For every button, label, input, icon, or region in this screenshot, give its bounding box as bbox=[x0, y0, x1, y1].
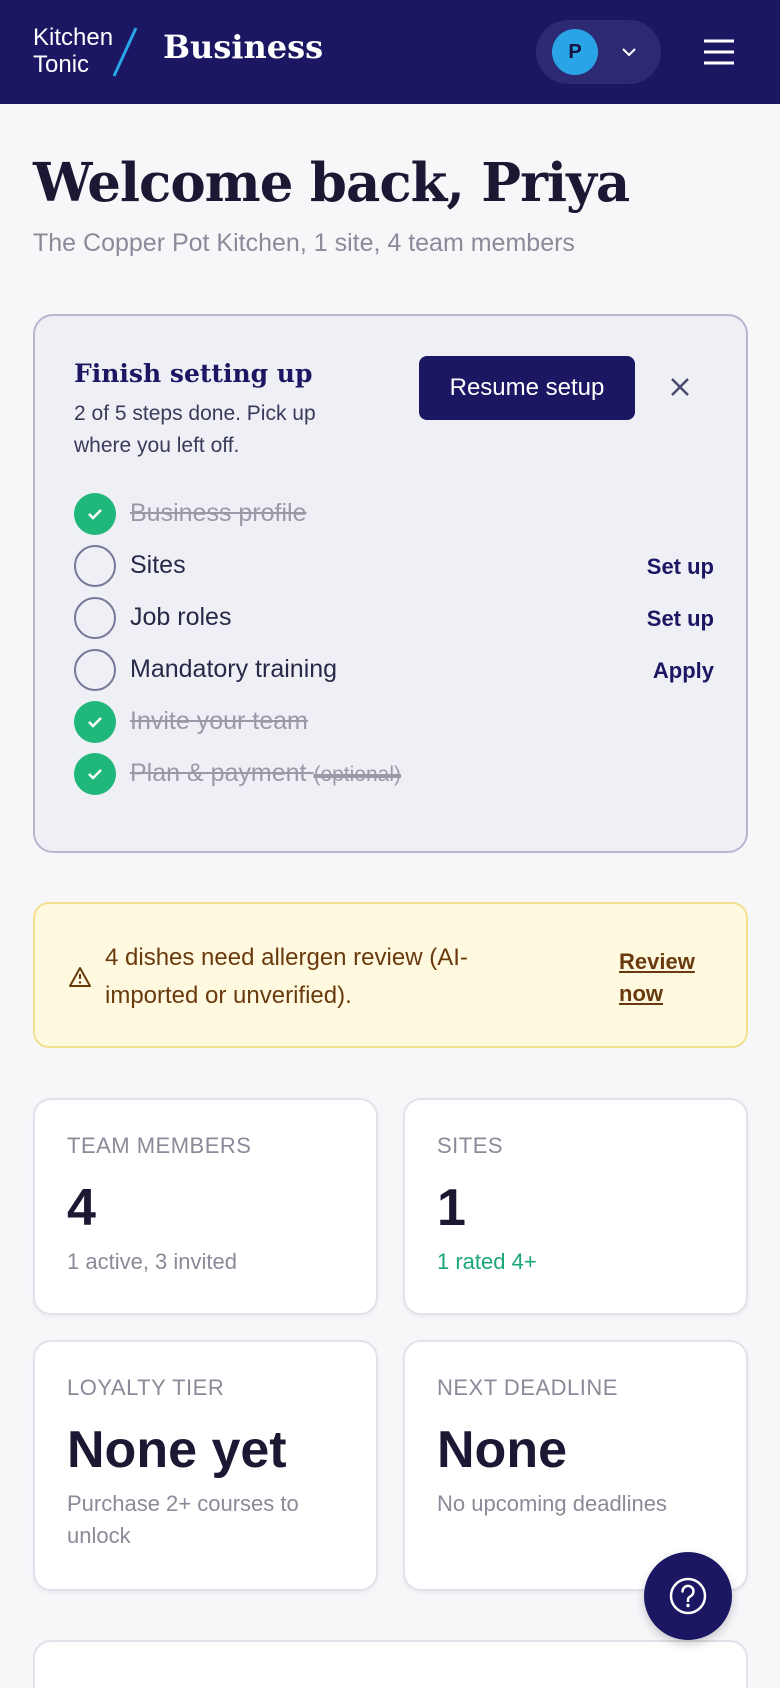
setup-step-invite-team[interactable]: Invite your team bbox=[74, 701, 714, 743]
resume-setup-button[interactable]: Resume setup bbox=[419, 356, 635, 420]
stat-card-team-members[interactable]: TEAM MEMBERS 4 1 active, 3 invited bbox=[33, 1098, 378, 1315]
allergen-alert: 4 dishes need allergen review (AI-import… bbox=[33, 902, 748, 1048]
avatar: P bbox=[552, 29, 598, 75]
logo-slash-icon bbox=[112, 27, 138, 77]
close-icon[interactable] bbox=[666, 373, 694, 401]
check-icon bbox=[74, 701, 116, 743]
app-header: Kitchen Tonic Business P bbox=[0, 0, 780, 104]
hamburger-menu-icon[interactable] bbox=[701, 34, 737, 70]
sites-set-up-button[interactable]: Set up bbox=[647, 554, 714, 580]
kitchen-tonic-logo[interactable]: Kitchen Tonic bbox=[33, 24, 113, 78]
stat-card-sites[interactable]: SITES 1 1 rated 4+ bbox=[403, 1098, 748, 1315]
stat-note: 1 rated 4+ bbox=[437, 1249, 537, 1274]
alert-message: 4 dishes need allergen review (AI-import… bbox=[105, 944, 468, 1009]
warning-icon bbox=[69, 967, 91, 987]
product-name: Business bbox=[163, 28, 324, 66]
user-menu-button[interactable]: P bbox=[536, 20, 661, 84]
page-title: Welcome back, Priya bbox=[33, 152, 630, 214]
empty-circle-icon bbox=[74, 545, 116, 587]
stat-label: LOYALTY TIER bbox=[67, 1375, 225, 1400]
mandatory-training-apply-button[interactable]: Apply bbox=[653, 658, 714, 684]
setup-description: 2 of 5 steps done. Pick up where you lef… bbox=[74, 402, 316, 457]
setup-step-sites: Sites Set up bbox=[74, 545, 714, 587]
setup-checklist-card: Finish setting up 2 of 5 steps done. Pic… bbox=[33, 314, 748, 853]
help-icon bbox=[669, 1577, 707, 1615]
help-button[interactable] bbox=[644, 1552, 732, 1640]
step-label: Business profile bbox=[130, 499, 307, 527]
step-label: Invite your team bbox=[130, 707, 308, 735]
stat-value: None bbox=[437, 1421, 567, 1479]
review-now-link[interactable]: Review now bbox=[619, 946, 729, 1010]
empty-circle-icon bbox=[74, 649, 116, 691]
check-icon bbox=[74, 493, 116, 535]
stat-note: Purchase 2+ courses to unlock bbox=[67, 1491, 299, 1548]
setup-step-plan-payment[interactable]: Plan & payment (optional) bbox=[74, 753, 714, 795]
stat-value: 4 bbox=[67, 1179, 96, 1237]
chevron-down-icon bbox=[622, 48, 636, 57]
step-label: Sites bbox=[130, 551, 186, 579]
stat-card-loyalty-tier[interactable]: LOYALTY TIER None yet Purchase 2+ course… bbox=[33, 1340, 378, 1591]
stat-label: TEAM MEMBERS bbox=[67, 1133, 252, 1158]
setup-step-business-profile[interactable]: Business profile bbox=[74, 493, 714, 535]
stat-label: NEXT DEADLINE bbox=[437, 1375, 618, 1400]
job-roles-set-up-button[interactable]: Set up bbox=[647, 606, 714, 632]
setup-title: Finish setting up bbox=[74, 359, 313, 388]
stat-value: None yet bbox=[67, 1421, 287, 1479]
check-icon bbox=[74, 753, 116, 795]
next-section-card bbox=[33, 1640, 748, 1688]
logo-line1: Kitchen bbox=[33, 24, 114, 51]
step-label-text: Plan & payment bbox=[130, 759, 307, 787]
business-summary: The Copper Pot Kitchen, 1 site, 4 team m… bbox=[33, 229, 575, 257]
stat-note: 1 active, 3 invited bbox=[67, 1249, 237, 1274]
setup-step-job-roles: Job roles Set up bbox=[74, 597, 714, 639]
stat-note: No upcoming deadlines bbox=[437, 1491, 667, 1516]
setup-step-mandatory-training: Mandatory training Apply bbox=[74, 649, 714, 691]
step-label: Job roles bbox=[130, 603, 232, 631]
logo-line2: Tonic bbox=[33, 51, 90, 78]
optional-tag: (optional) bbox=[313, 763, 402, 786]
stat-label: SITES bbox=[437, 1133, 504, 1158]
stat-value: 1 bbox=[437, 1179, 466, 1237]
step-label: Mandatory training bbox=[130, 655, 338, 683]
empty-circle-icon bbox=[74, 597, 116, 639]
step-label: Plan & payment (optional) bbox=[130, 759, 401, 788]
